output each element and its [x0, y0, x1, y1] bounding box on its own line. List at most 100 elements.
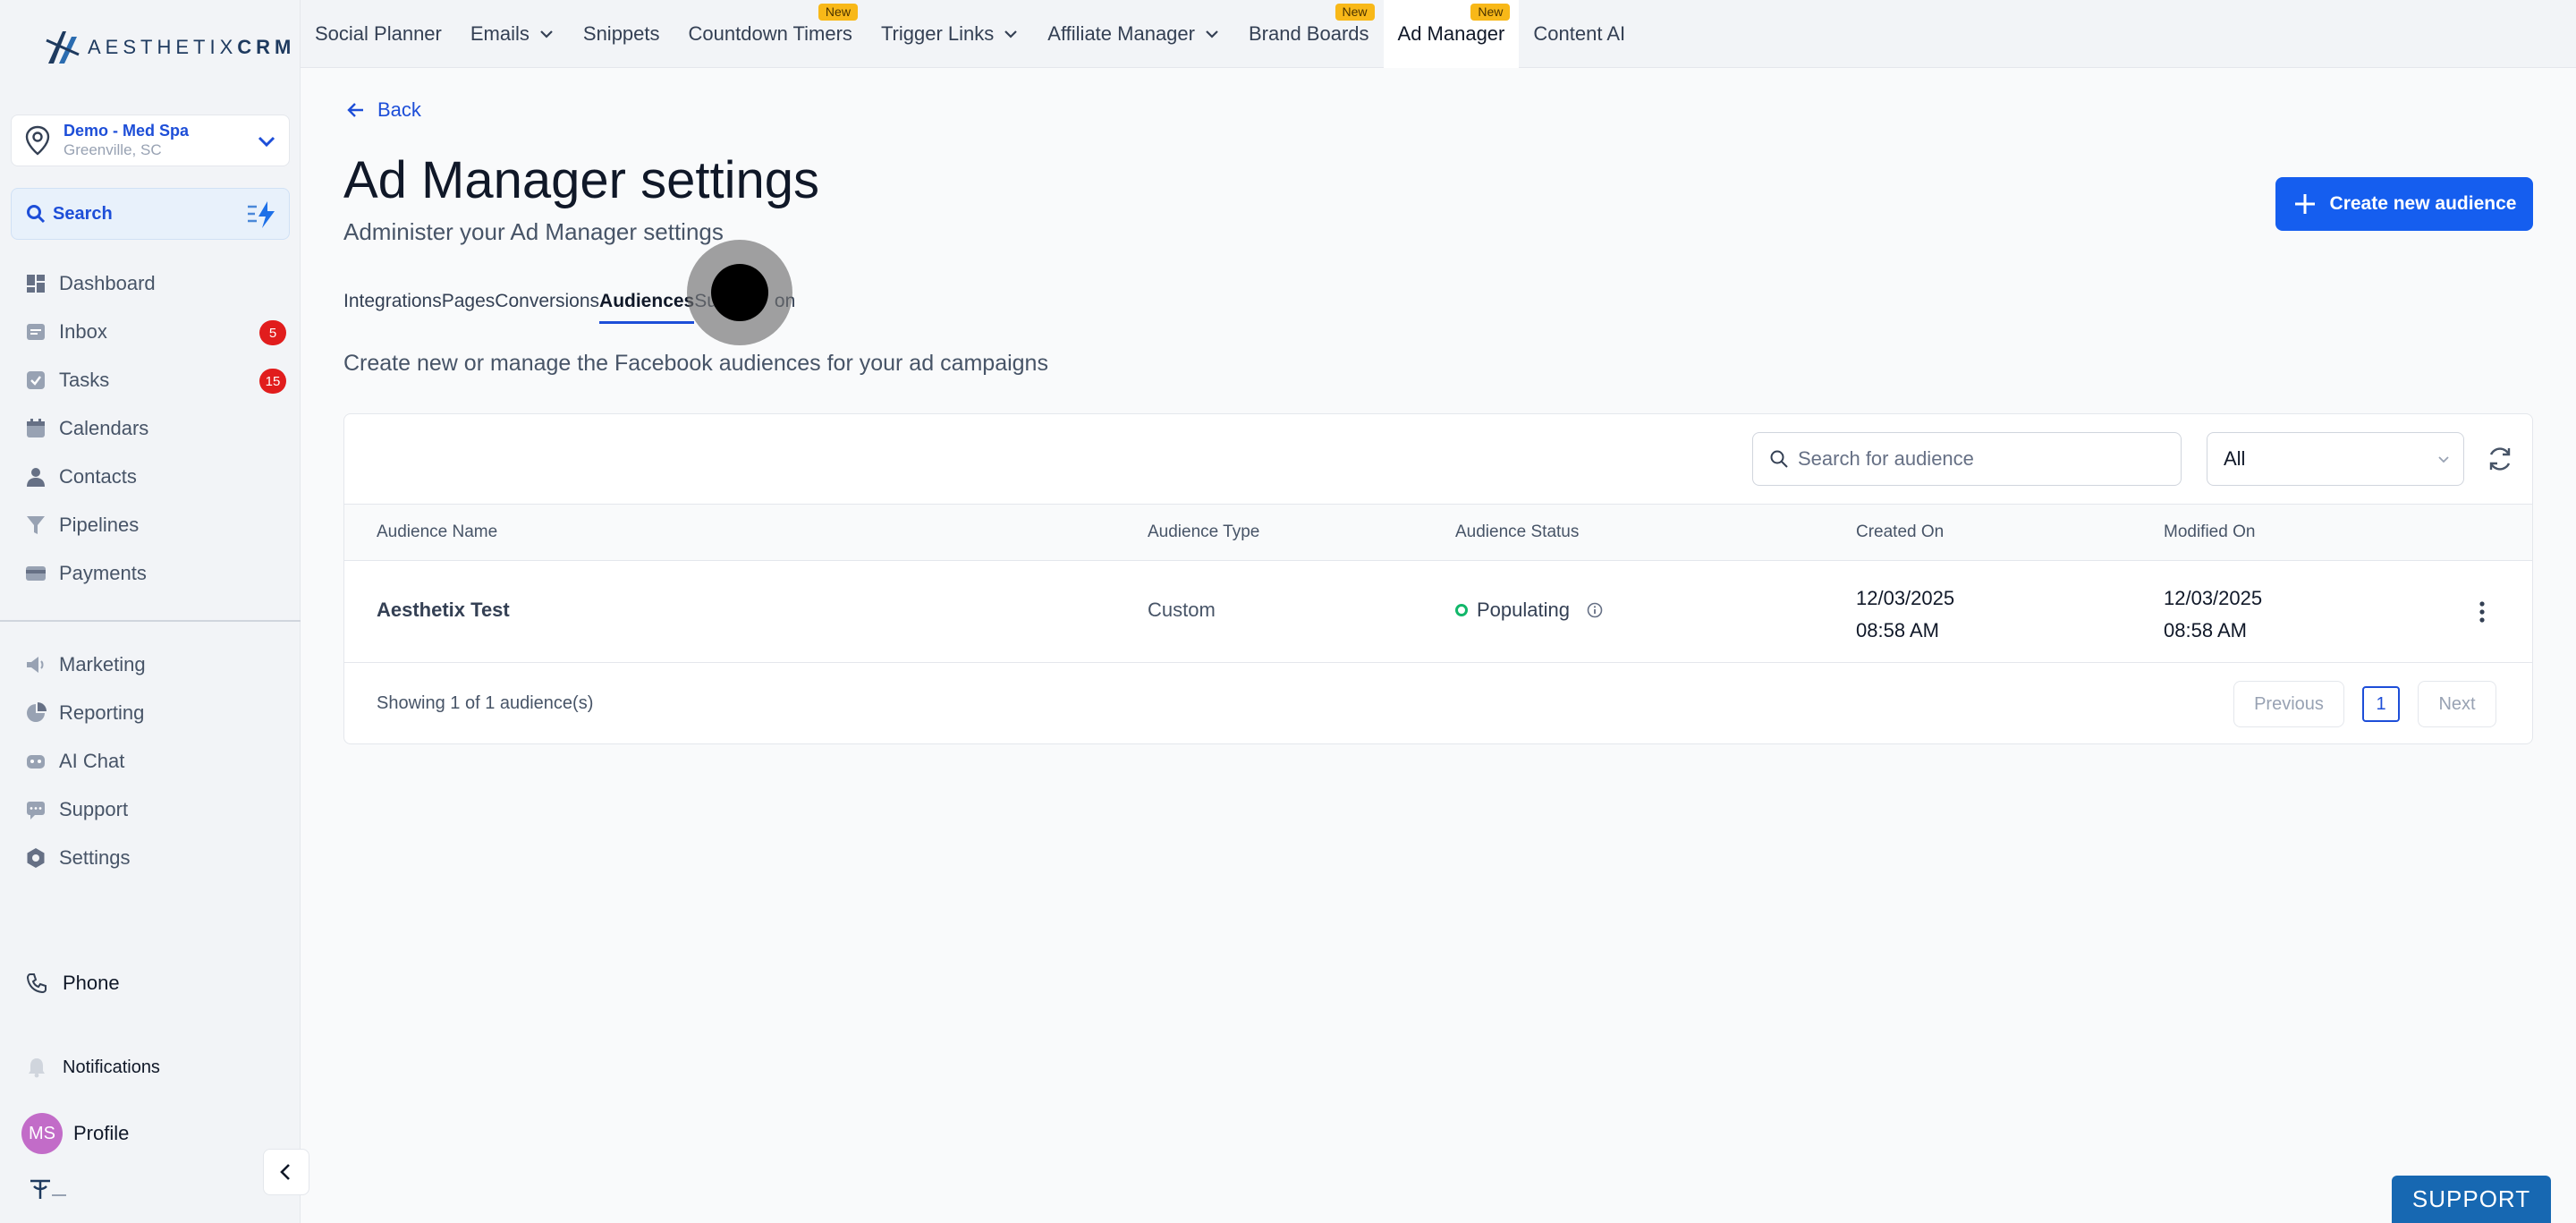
- tasks-icon: [27, 371, 45, 389]
- notifications-button[interactable]: Notifications: [25, 1056, 160, 1079]
- chevron-left-icon: [280, 1164, 290, 1180]
- section-description: Create new or manage the Facebook audien…: [343, 351, 1048, 376]
- tab-content-ai[interactable]: Content AI: [1519, 0, 1640, 68]
- column-header-audience-type[interactable]: Audience Type: [1148, 522, 1259, 542]
- tab-countdown-timers[interactable]: Countdown Timers New: [674, 0, 867, 68]
- sidebar-nav-secondary: Marketing Reporting AI Chat Support Sett…: [0, 641, 301, 882]
- search-label: Search: [53, 203, 113, 224]
- tab-brand-boards[interactable]: Brand Boards New: [1234, 0, 1384, 68]
- search-icon: [1770, 450, 1788, 468]
- back-link[interactable]: Back: [345, 98, 421, 122]
- brand-name: AESTHETIXCRM: [88, 36, 296, 58]
- sidebar-item-tasks[interactable]: Tasks 15: [0, 356, 301, 404]
- sidebar-item-marketing[interactable]: Marketing: [0, 641, 301, 689]
- calendar-icon: [27, 419, 45, 437]
- reporting-icon: [27, 702, 47, 722]
- arrow-left-icon: [347, 103, 363, 117]
- chevron-down-icon: [2438, 456, 2449, 463]
- table-row[interactable]: Aesthetix Test Custom Populating 12/03/2…: [344, 561, 2532, 663]
- sidebar-item-contacts[interactable]: Contacts: [0, 453, 301, 501]
- column-header-modified-on[interactable]: Modified On: [2164, 522, 2255, 542]
- audience-table-card: All Audience Name Audience Type Audience…: [343, 413, 2533, 744]
- sidebar-item-ai-chat[interactable]: AI Chat: [0, 737, 301, 786]
- audience-search-input[interactable]: [1798, 447, 2156, 471]
- sidebar-item-dashboard[interactable]: Dashboard: [0, 259, 301, 308]
- dashboard-icon: [27, 275, 45, 293]
- create-new-audience-button[interactable]: Create new audience: [2275, 177, 2533, 231]
- bell-icon: [29, 1058, 45, 1078]
- search-icon: [27, 205, 46, 224]
- tab-social-planner[interactable]: Social Planner: [301, 0, 456, 68]
- status-dot: [1455, 604, 1468, 616]
- location-switcher[interactable]: Demo - Med Spa Greenville, SC: [11, 115, 290, 166]
- top-navigation: Social Planner Emails Snippets Countdown…: [301, 0, 2576, 68]
- new-badge: New: [1470, 4, 1511, 21]
- sidebar-item-pipelines[interactable]: Pipelines: [0, 501, 301, 549]
- sidebar-item-payments[interactable]: Payments: [0, 549, 301, 598]
- location-city: Greenville, SC: [64, 141, 162, 158]
- phone-button[interactable]: Phone: [25, 972, 120, 995]
- sidebar-nav: Dashboard Inbox 5 Tasks 15 Calendars Con…: [0, 259, 301, 598]
- page-subtitle: Administer your Ad Manager settings: [343, 218, 724, 245]
- audience-search[interactable]: [1752, 432, 2182, 486]
- quick-action-bolt-icon[interactable]: [246, 200, 278, 230]
- sidebar-item-calendars[interactable]: Calendars: [0, 404, 301, 453]
- page-number-button[interactable]: 1: [2362, 686, 2400, 722]
- next-page-button[interactable]: Next: [2418, 681, 2496, 727]
- marketing-icon: [27, 657, 44, 673]
- column-header-audience-name[interactable]: Audience Name: [377, 522, 497, 542]
- subtab-conversions[interactable]: Conversions: [495, 288, 599, 326]
- brand-logo[interactable]: AESTHETIXCRM: [45, 27, 295, 68]
- settings-icon: [27, 848, 45, 868]
- inbox-count-badge: 5: [259, 320, 286, 345]
- chevron-down-icon: [1004, 30, 1018, 38]
- subtab-audiences[interactable]: Audiences: [599, 288, 695, 326]
- sidebar-search[interactable]: Search: [11, 188, 290, 240]
- inbox-icon: [27, 324, 45, 340]
- column-header-created-on[interactable]: Created On: [1856, 522, 1944, 542]
- tab-ad-manager[interactable]: Ad Manager New: [1383, 0, 1520, 68]
- sidebar-divider: [0, 620, 301, 622]
- support-icon: [27, 802, 45, 820]
- column-header-audience-status[interactable]: Audience Status: [1455, 522, 1579, 542]
- payments-icon: [26, 566, 46, 581]
- support-button[interactable]: SUPPORT: [2392, 1176, 2551, 1223]
- company-logo-icon: [30, 1179, 66, 1199]
- tab-affiliate-manager[interactable]: Affiliate Manager: [1033, 0, 1234, 68]
- ai-chat-icon: [27, 755, 45, 769]
- plus-icon: [2294, 194, 2315, 214]
- sidebar-item-support[interactable]: Support: [0, 786, 301, 834]
- collapse-sidebar-button[interactable]: [263, 1149, 309, 1195]
- sidebar-item-reporting[interactable]: Reporting: [0, 689, 301, 737]
- tab-emails[interactable]: Emails: [456, 0, 569, 68]
- tab-snippets[interactable]: Snippets: [569, 0, 674, 68]
- more-options-icon[interactable]: [2470, 599, 2495, 625]
- tab-trigger-links[interactable]: Trigger Links: [867, 0, 1033, 68]
- avatar: MS: [21, 1113, 63, 1154]
- profile-button[interactable]: MS Profile: [21, 1113, 129, 1154]
- chevron-down-icon: [1206, 30, 1218, 38]
- info-icon[interactable]: [1586, 601, 1604, 619]
- subtab-pages[interactable]: Pages: [442, 288, 496, 326]
- audience-name[interactable]: Aesthetix Test: [377, 599, 510, 622]
- audience-type-filter[interactable]: All: [2207, 432, 2464, 486]
- table-toolbar: All: [344, 414, 2532, 504]
- chevron-down-icon: [258, 136, 275, 148]
- sidebar-item-settings[interactable]: Settings: [0, 834, 301, 882]
- subtab-integrations[interactable]: Integrations: [343, 288, 442, 326]
- chevron-down-icon: [540, 30, 553, 38]
- sidebar-item-inbox[interactable]: Inbox 5: [0, 308, 301, 356]
- tasks-count-badge: 15: [259, 369, 286, 394]
- page-title: Ad Manager settings: [343, 151, 819, 209]
- showing-count: Showing 1 of 1 audience(s): [377, 693, 594, 713]
- location-name: Demo - Med Spa: [64, 122, 190, 140]
- audience-type: Custom: [1148, 599, 1216, 621]
- table-footer: Showing 1 of 1 audience(s) Previous 1 Ne…: [344, 663, 2532, 743]
- previous-page-button[interactable]: Previous: [2233, 681, 2344, 727]
- aesthetix-logo-icon: [46, 31, 80, 64]
- refresh-icon[interactable]: [2484, 443, 2516, 475]
- phone-icon: [26, 973, 47, 994]
- audience-status: Populating: [1455, 599, 1604, 622]
- table-header: Audience Name Audience Type Audience Sta…: [344, 504, 2532, 561]
- modified-on: 12/03/2025 08:58 AM: [2164, 587, 2263, 641]
